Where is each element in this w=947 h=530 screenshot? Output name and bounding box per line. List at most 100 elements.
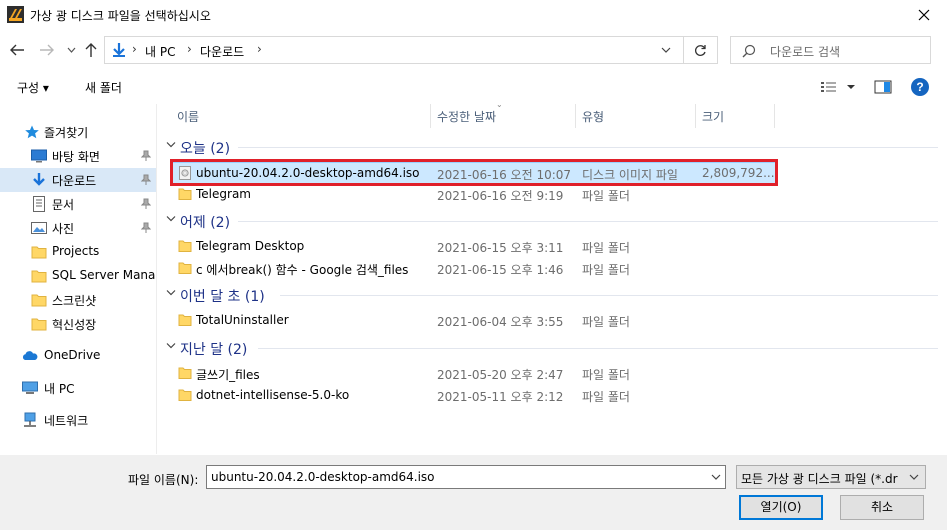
group-header-last-month[interactable]: 지난 달 (2): [158, 337, 947, 359]
sidebar-item-network[interactable]: 네트워크: [0, 408, 156, 432]
chevron-down-icon: [909, 474, 919, 480]
table-row[interactable]: c 에서break() 함수 - Google 검색_files 2021-06…: [158, 257, 947, 279]
column-header: 이름 ⌄ 수정한 날짜 유형 크기: [158, 104, 947, 128]
chevron-down-icon: [166, 343, 176, 349]
group-header-earlier-this-month[interactable]: 이번 달 초 (1): [158, 284, 947, 306]
file-list: 이름 ⌄ 수정한 날짜 유형 크기 오늘 (2) ubuntu-20.04.2.…: [158, 104, 947, 454]
group-header-yesterday[interactable]: 어제 (2): [158, 210, 947, 232]
file-type: 파일 폴더: [582, 189, 630, 203]
file-type: 파일 폴더: [582, 390, 630, 404]
forward-button[interactable]: [38, 41, 56, 59]
sidebar-item-label: SQL Server Manage: [52, 268, 156, 282]
close-button[interactable]: [901, 0, 947, 30]
sidebar-item-quick-access[interactable]: 즐겨찾기: [0, 120, 156, 144]
close-icon: [918, 9, 930, 21]
group-header-today[interactable]: 오늘 (2): [158, 136, 947, 158]
column-divider[interactable]: [430, 104, 431, 128]
sidebar-item-desktop[interactable]: 바탕 화면: [0, 144, 156, 168]
table-row[interactable]: 글쓰기_files 2021-05-20 오후 2:47 파일 폴더: [158, 362, 947, 384]
sidebar-item-pictures[interactable]: 사진: [0, 216, 156, 240]
group-divider: [280, 295, 938, 296]
folder-icon: [178, 367, 192, 379]
sidebar-item-label: 바탕 화면: [52, 150, 100, 164]
view-details-icon[interactable]: [820, 80, 838, 94]
help-icon[interactable]: ?: [911, 78, 929, 96]
file-date: 2021-06-15 오후 3:11: [437, 241, 564, 255]
table-row[interactable]: Telegram Desktop 2021-06-15 오후 3:11 파일 폴…: [158, 235, 947, 257]
file-date: 2021-05-11 오후 2:12: [437, 390, 564, 404]
document-icon: [33, 196, 45, 212]
sidebar-item-screenshots[interactable]: 스크린샷: [0, 288, 156, 312]
file-type: 파일 폴더: [582, 315, 630, 329]
folder-icon: [31, 318, 47, 331]
sidebar-item-documents[interactable]: 문서: [0, 192, 156, 216]
column-divider[interactable]: [575, 104, 576, 128]
title-bar: 가상 광 디스크 파일을 선택하십시오: [0, 0, 947, 30]
open-button[interactable]: 열기(O): [739, 495, 823, 520]
back-button[interactable]: [8, 41, 26, 59]
new-folder-button[interactable]: 새 폴더: [85, 79, 122, 96]
table-row[interactable]: Telegram 2021-06-16 오전 9:19 파일 폴더: [158, 183, 947, 205]
sidebar-item-label: OneDrive: [44, 348, 101, 362]
arrow-up-icon: [85, 43, 97, 57]
breadcrumb-item[interactable]: 내 PC: [145, 43, 175, 60]
cloud-icon: [22, 351, 38, 360]
recent-locations-button[interactable]: [62, 41, 80, 59]
column-divider[interactable]: [695, 104, 696, 128]
table-row[interactable]: ubuntu-20.04.2.0-desktop-amd64.iso 2021-…: [158, 159, 947, 186]
group-divider: [258, 348, 938, 349]
folder-icon: [178, 188, 192, 200]
cancel-button[interactable]: 취소: [840, 495, 924, 520]
folder-icon: [31, 246, 47, 259]
organize-button[interactable]: 구성 ▾: [17, 79, 49, 96]
download-icon: [113, 43, 125, 57]
group-label: 어제 (2): [180, 215, 231, 231]
download-icon: [33, 173, 45, 186]
file-name: 글쓰기_files: [196, 368, 260, 382]
caret-down-icon[interactable]: [846, 80, 856, 94]
file-type-filter[interactable]: 모든 가상 광 디스크 파일 (*.dr: [736, 465, 926, 489]
column-date[interactable]: 수정한 날짜: [437, 108, 496, 125]
folder-icon: [178, 240, 192, 252]
annotation-highlight-box: [170, 159, 778, 186]
chevron-down-icon: [166, 142, 176, 148]
sidebar-item-projects[interactable]: Projects: [0, 240, 156, 264]
sidebar-item-sql-server[interactable]: SQL Server Manage: [0, 264, 156, 288]
filename-input[interactable]: ubuntu-20.04.2.0-desktop-amd64.iso: [206, 465, 726, 489]
sidebar-item-downloads[interactable]: 다운로드: [0, 168, 156, 192]
dialog-footer: 파일 이름(N): ubuntu-20.04.2.0-desktop-amd64…: [0, 455, 947, 530]
file-name: TotalUninstaller: [196, 313, 289, 327]
search-icon: [742, 44, 756, 58]
network-icon: [24, 412, 36, 427]
column-name[interactable]: 이름: [177, 108, 199, 125]
preview-pane-icon[interactable]: [874, 80, 892, 94]
chevron-down-icon[interactable]: [661, 47, 671, 53]
sort-caret-icon: ⌄: [496, 104, 503, 109]
window-title: 가상 광 디스크 파일을 선택하십시오: [30, 9, 211, 23]
column-type[interactable]: 유형: [582, 108, 604, 125]
sidebar-item-innovation[interactable]: 혁신성장: [0, 312, 156, 336]
table-row[interactable]: dotnet-intellisense-5.0-ko 2021-05-11 오후…: [158, 384, 947, 406]
file-name: Telegram Desktop: [196, 239, 305, 253]
file-date: 2021-06-15 오후 1:46: [437, 263, 564, 277]
address-bar[interactable]: › 내 PC › 다운로드 ›: [104, 36, 684, 64]
breadcrumb-item[interactable]: 다운로드: [200, 43, 244, 60]
chevron-down-icon: [67, 47, 75, 53]
sidebar-item-this-pc[interactable]: 내 PC: [0, 376, 156, 400]
pin-icon: [141, 198, 151, 209]
chevron-down-icon: [166, 216, 176, 222]
folder-icon: [178, 262, 192, 274]
table-row[interactable]: TotalUninstaller 2021-06-04 오후 3:55 파일 폴…: [158, 309, 947, 331]
sidebar-item-label: 네트워크: [44, 414, 89, 428]
column-divider[interactable]: [774, 104, 775, 128]
breadcrumb-separator: ›: [187, 42, 192, 56]
refresh-button[interactable]: [684, 36, 718, 64]
sidebar-item-onedrive[interactable]: OneDrive: [0, 344, 156, 368]
up-button[interactable]: [82, 41, 100, 59]
chevron-down-icon[interactable]: [711, 474, 721, 480]
pin-icon: [141, 222, 151, 233]
folder-icon: [178, 314, 192, 326]
command-bar: 구성 ▾ 새 폴더 ?: [0, 72, 947, 102]
search-box[interactable]: 다운로드 검색: [730, 36, 931, 64]
column-size[interactable]: 크기: [702, 108, 724, 125]
